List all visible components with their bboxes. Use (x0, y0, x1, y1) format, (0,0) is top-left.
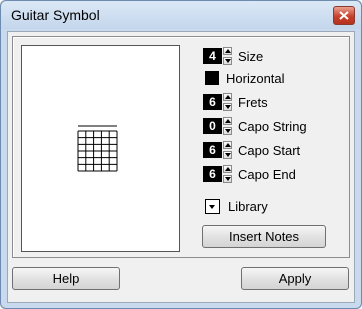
capo-string-increase-button[interactable] (223, 117, 232, 125)
capo-start-increase-button[interactable] (223, 141, 232, 149)
title-bar[interactable]: Guitar Symbol (1, 1, 361, 29)
insert-notes-button[interactable]: Insert Notes (202, 225, 326, 248)
size-decrease-button[interactable] (223, 57, 232, 65)
size-label: Size (238, 48, 264, 64)
frets-control: 6 Frets (203, 93, 268, 111)
capo-start-control: 6 Capo Start (203, 141, 300, 159)
apply-button[interactable]: Apply (241, 267, 349, 290)
capo-string-decrease-button[interactable] (223, 127, 232, 135)
frets-value[interactable]: 6 (203, 94, 222, 110)
dialog-content: 4 Size Horizontal 6 Frets 0 Capo String … (7, 31, 355, 303)
horizontal-control: Horizontal (203, 69, 285, 87)
capo-start-value[interactable]: 6 (203, 142, 222, 158)
capo-string-spinner[interactable] (223, 117, 232, 135)
frets-decrease-button[interactable] (223, 103, 232, 111)
capo-end-spinner[interactable] (223, 165, 232, 183)
capo-end-increase-button[interactable] (223, 165, 232, 173)
size-value[interactable]: 4 (203, 48, 222, 64)
horizontal-label: Horizontal (226, 70, 285, 86)
horizontal-checkbox[interactable] (205, 71, 219, 85)
size-spinner[interactable] (223, 47, 232, 65)
guitar-symbol-dialog: Guitar Symbol 4 Size Horizontal 6 Frets … (0, 0, 362, 309)
size-increase-button[interactable] (223, 47, 232, 55)
capo-string-label: Capo String (238, 118, 307, 134)
size-control: 4 Size (203, 47, 263, 65)
capo-start-decrease-button[interactable] (223, 151, 232, 159)
chord-preview (21, 45, 180, 252)
chord-diagram (77, 125, 118, 172)
fretboard-grid (77, 130, 118, 172)
capo-start-label: Capo Start (238, 142, 301, 158)
capo-end-decrease-button[interactable] (223, 175, 232, 183)
window-title: Guitar Symbol (11, 7, 100, 23)
library-control: Library (203, 197, 268, 215)
capo-start-spinner[interactable] (223, 141, 232, 159)
capo-string-value[interactable]: 0 (203, 118, 222, 134)
frets-increase-button[interactable] (223, 93, 232, 101)
capo-end-value[interactable]: 6 (203, 166, 222, 182)
frets-spinner[interactable] (223, 93, 232, 111)
close-button[interactable] (333, 6, 355, 25)
close-icon (339, 11, 349, 20)
capo-end-label: Capo End (238, 166, 296, 182)
help-button[interactable]: Help (12, 267, 120, 290)
capo-end-control: 6 Capo End (203, 165, 296, 183)
capo-string-control: 0 Capo String (203, 117, 307, 135)
frets-label: Frets (238, 94, 268, 110)
library-label[interactable]: Library (228, 199, 268, 214)
settings-frame: 4 Size Horizontal 6 Frets 0 Capo String … (12, 36, 350, 258)
library-dropdown-button[interactable] (205, 198, 220, 214)
